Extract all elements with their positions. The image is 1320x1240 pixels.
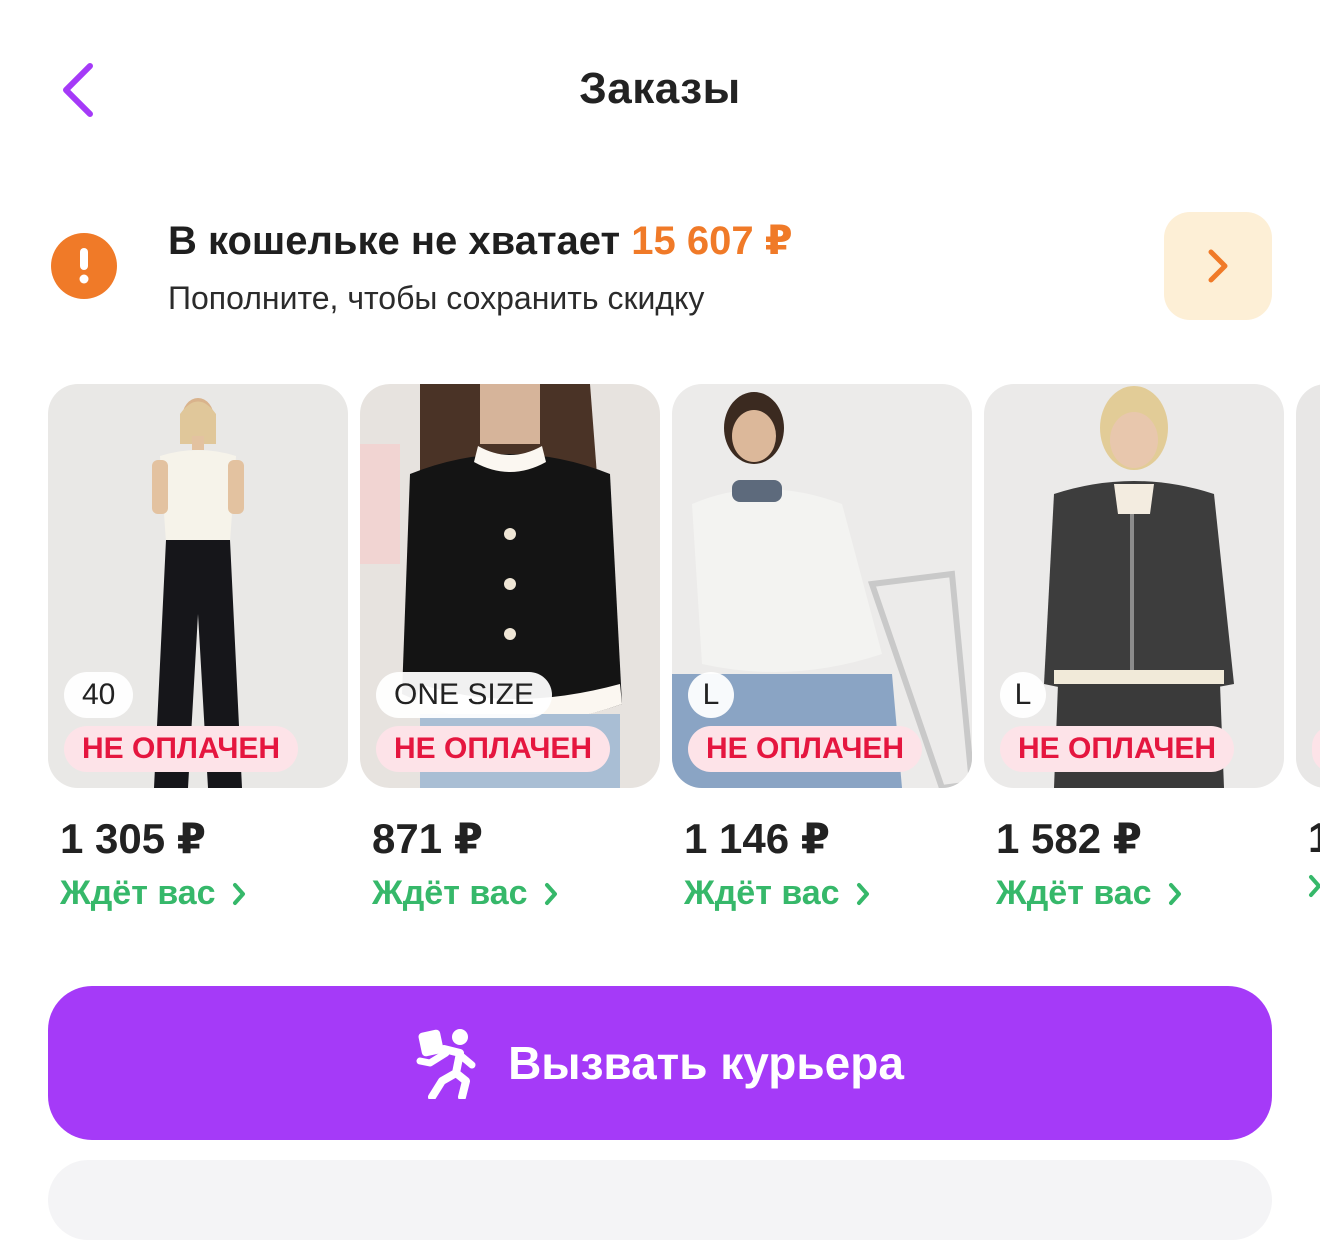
size-badge: L [688,672,734,718]
order-state-label: Ждёт вас [60,874,216,912]
orders-carousel[interactable]: 40 НЕ ОПЛАЧЕН 1 305 ₽ Ждёт вас ONE SIZE … [0,384,1320,944]
order-price: 1 305 ₽ [60,815,206,862]
order-state-link[interactable]: Ждёт вас [684,874,870,913]
size-badge: 40 [64,672,134,718]
running-courier-icon [416,1029,476,1099]
product-photo: ONE SIZE НЕ ОПЛАЧЕН [360,384,660,788]
status-badge: НЕ ОПЛАЧЕН [64,726,299,772]
wallet-missing-amount: 15 607 ₽ [631,219,793,263]
order-state-label: Ждёт вас [996,874,1152,912]
order-state-link[interactable]: Ждёт вас [60,874,246,913]
chevron-right-icon [1168,882,1181,905]
call-courier-button[interactable]: Вызвать курьера [48,986,1272,1140]
status-badge: НЕ ОПЛАЧЕН [376,726,611,772]
product-photo: L НЕ ОПЛАЧЕН [984,384,1284,788]
chevron-right-icon [544,882,557,905]
chevron-right-icon [1309,875,1320,897]
status-badge: НЕ ОПЛАЧЕН [688,726,923,772]
product-photo: 40 НЕ ОПЛАЧЕН [48,384,348,788]
order-state-label: Ждёт вас [372,874,528,912]
wallet-title-prefix: В кошельке не хватает [168,219,632,263]
order-card[interactable]: 40 НЕ ОПЛАЧЕН 1 305 ₽ Ждёт вас [48,384,348,912]
order-card[interactable]: L НЕ ОПЛАЧЕН 1 582 ₽ Ждёт вас [984,384,1284,912]
order-card[interactable]: ONE SIZE НЕ ОПЛАЧЕН 871 ₽ Ждёт вас [360,384,660,912]
wallet-subtitle: Пополните, чтобы сохранить скидку [168,280,705,316]
top-bar: Заказы [0,0,1320,180]
order-card-partial[interactable]: 1 [1296,384,1320,897]
wallet-open-button[interactable] [1164,212,1272,320]
page-title: Заказы [579,64,741,113]
next-section-card [48,1160,1272,1240]
product-image [1296,384,1320,788]
status-badge: НЕ ОПЛАЧЕН [1000,726,1235,772]
chevron-right-icon [232,882,245,905]
size-badge: ONE SIZE [376,672,553,718]
order-state-partial [1308,874,1320,898]
chevron-right-icon [856,882,869,905]
wallet-title: В кошельке не хватает 15 607 ₽ [168,218,793,264]
order-state-link[interactable]: Ждёт вас [372,874,558,913]
chevron-right-icon [1208,249,1228,283]
product-photo [1296,384,1320,788]
order-state-label: Ждёт вас [684,874,840,912]
order-price-partial: 1 [1308,814,1320,861]
order-state-link[interactable]: Ждёт вас [996,874,1182,913]
call-courier-label: Вызвать курьера [508,1037,904,1089]
size-badge: L [1000,672,1046,718]
wallet-banner[interactable]: В кошельке не хватает 15 607 ₽ Пополните… [0,200,1320,340]
exclamation-icon [51,233,117,299]
order-price: 871 ₽ [372,815,483,862]
order-price: 1 146 ₽ [684,815,830,862]
order-price: 1 582 ₽ [996,815,1142,862]
product-photo: L НЕ ОПЛАЧЕН [672,384,972,788]
order-card[interactable]: L НЕ ОПЛАЧЕН 1 146 ₽ Ждёт вас [672,384,972,912]
